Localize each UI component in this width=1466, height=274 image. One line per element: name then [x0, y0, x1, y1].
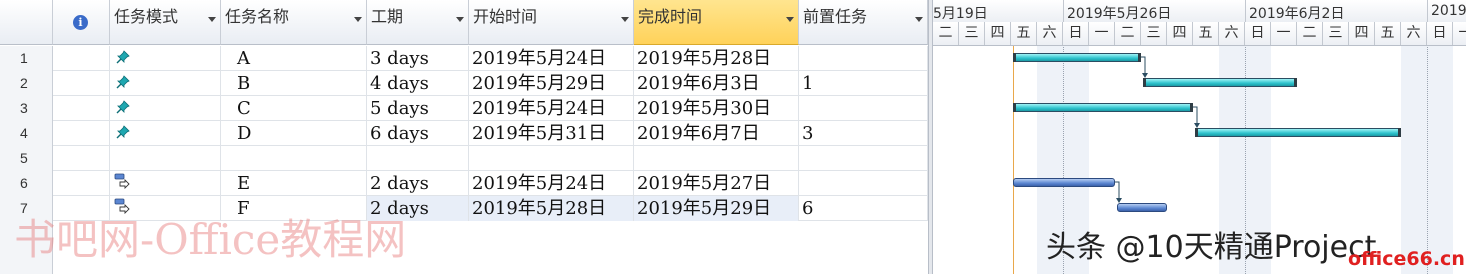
row-number[interactable]: 2	[0, 71, 53, 96]
arrow-icon	[1116, 198, 1122, 203]
header-task-mode[interactable]: 任务模式	[110, 0, 221, 45]
predecessor-cell[interactable]: 1	[799, 71, 928, 96]
header-rownum[interactable]	[0, 0, 53, 45]
duration-cell[interactable]: 2 days	[367, 196, 469, 221]
start-cell[interactable]: 2019年5月24日	[469, 96, 634, 121]
arrow-icon	[1194, 123, 1200, 128]
header-predecessors[interactable]: 前置任务	[799, 0, 928, 45]
dropdown-arrow-icon[interactable]	[208, 17, 216, 22]
row-number[interactable]: 6	[0, 171, 53, 196]
duration-cell[interactable]: 2 days	[367, 171, 469, 196]
dropdown-arrow-icon[interactable]	[354, 17, 362, 22]
pin-icon	[116, 100, 130, 114]
duration-cell[interactable]: 5 days	[367, 96, 469, 121]
name-cell[interactable]	[221, 146, 367, 171]
dropdown-arrow-icon[interactable]	[621, 17, 629, 22]
pin-icon	[116, 50, 130, 64]
header-label: 完成时间	[638, 7, 703, 26]
indicator-cell[interactable]	[53, 46, 110, 71]
auto-schedule-icon	[114, 173, 130, 189]
finish-cell[interactable]	[634, 146, 799, 171]
indicator-cell[interactable]	[53, 71, 110, 96]
indicator-cell[interactable]	[53, 146, 110, 171]
empty-row-header	[0, 221, 53, 274]
dropdown-arrow-icon[interactable]	[456, 17, 464, 22]
indicator-cell[interactable]	[53, 171, 110, 196]
indicator-cell[interactable]	[53, 196, 110, 221]
header-start[interactable]: 开始时间	[469, 0, 634, 45]
start-cell[interactable]: 2019年5月24日	[469, 171, 634, 196]
header-label: 开始时间	[473, 7, 538, 26]
start-cell[interactable]	[469, 146, 634, 171]
table-row[interactable]: 2 B 4 days 2019年5月29日 2019年6月3日 1	[0, 71, 928, 96]
header-label: 前置任务	[803, 7, 868, 26]
header-finish[interactable]: 完成时间	[634, 0, 799, 45]
name-cell[interactable]: F	[221, 196, 367, 221]
row-number[interactable]: 1	[0, 46, 53, 71]
finish-cell[interactable]: 2019年5月30日	[634, 96, 799, 121]
row-number[interactable]: 4	[0, 121, 53, 146]
start-cell[interactable]: 2019年5月31日	[469, 121, 634, 146]
predecessor-cell[interactable]	[799, 96, 928, 121]
finish-cell[interactable]: 2019年5月28日	[634, 46, 799, 71]
dropdown-arrow-icon[interactable]	[915, 17, 923, 22]
table-row[interactable]: 4 D 6 days 2019年5月31日 2019年6月7日 3	[0, 121, 928, 146]
task-grid: i 任务模式 任务名称 工期 开始时间 完成时间 前置任务 1 A 3 days…	[0, 0, 928, 274]
start-cell[interactable]: 2019年5月24日	[469, 46, 634, 71]
start-cell[interactable]: 2019年5月28日	[469, 196, 634, 221]
indicator-cell[interactable]	[53, 121, 110, 146]
table-row[interactable]: 3 C 5 days 2019年5月24日 2019年5月30日	[0, 96, 928, 121]
indicator-cell[interactable]	[53, 96, 110, 121]
finish-cell[interactable]: 2019年5月27日	[634, 171, 799, 196]
pin-icon	[116, 125, 130, 139]
finish-cell[interactable]: 2019年6月3日	[634, 71, 799, 96]
mode-cell[interactable]	[110, 146, 221, 171]
link-a-b	[1141, 56, 1146, 75]
finish-cell[interactable]: 2019年6月7日	[634, 121, 799, 146]
header-label: 任务名称	[225, 7, 290, 26]
duration-cell[interactable]	[367, 146, 469, 171]
row-number[interactable]: 7	[0, 196, 53, 221]
predecessor-cell[interactable]: 6	[799, 196, 928, 221]
header-info[interactable]: i	[53, 0, 110, 45]
table-row[interactable]: 7 F 2 days 2019年5月28日 2019年5月29日 6	[0, 196, 928, 221]
name-cell[interactable]: B	[221, 71, 367, 96]
site-watermark: office66.cn	[1348, 248, 1465, 270]
finish-cell[interactable]: 2019年5月29日	[634, 196, 799, 221]
header-task-name[interactable]: 任务名称	[221, 0, 367, 45]
toutiao-watermark: 头条 @10天精通Project	[1046, 230, 1377, 265]
name-cell[interactable]: D	[221, 121, 367, 146]
table-row[interactable]: 6 E 2 days 2019年5月24日 2019年5月27日	[0, 171, 928, 196]
duration-cell[interactable]: 3 days	[367, 46, 469, 71]
name-cell[interactable]: E	[221, 171, 367, 196]
link-c-d	[1193, 106, 1198, 125]
name-cell[interactable]: A	[221, 46, 367, 71]
table-row[interactable]: 5	[0, 146, 928, 171]
duration-cell[interactable]: 6 days	[367, 121, 469, 146]
info-icon: i	[73, 15, 88, 30]
start-cell[interactable]: 2019年5月29日	[469, 71, 634, 96]
auto-schedule-icon	[114, 198, 130, 214]
row-number[interactable]: 5	[0, 146, 53, 171]
predecessor-cell[interactable]	[799, 171, 928, 196]
name-cell[interactable]: C	[221, 96, 367, 121]
predecessor-cell[interactable]: 3	[799, 121, 928, 146]
link-e-f	[1115, 181, 1120, 200]
table-row[interactable]: 1 A 3 days 2019年5月24日 2019年5月28日	[0, 46, 928, 71]
header-duration[interactable]: 工期	[367, 0, 469, 45]
header-label: 工期	[371, 7, 404, 26]
predecessor-cell[interactable]	[799, 46, 928, 71]
duration-cell[interactable]: 4 days	[367, 71, 469, 96]
predecessor-cell[interactable]	[799, 146, 928, 171]
row-number[interactable]: 3	[0, 96, 53, 121]
dropdown-arrow-icon[interactable]	[786, 17, 794, 22]
pin-icon	[116, 75, 130, 89]
header-label: 任务模式	[114, 7, 179, 26]
arrow-icon	[1142, 73, 1148, 78]
